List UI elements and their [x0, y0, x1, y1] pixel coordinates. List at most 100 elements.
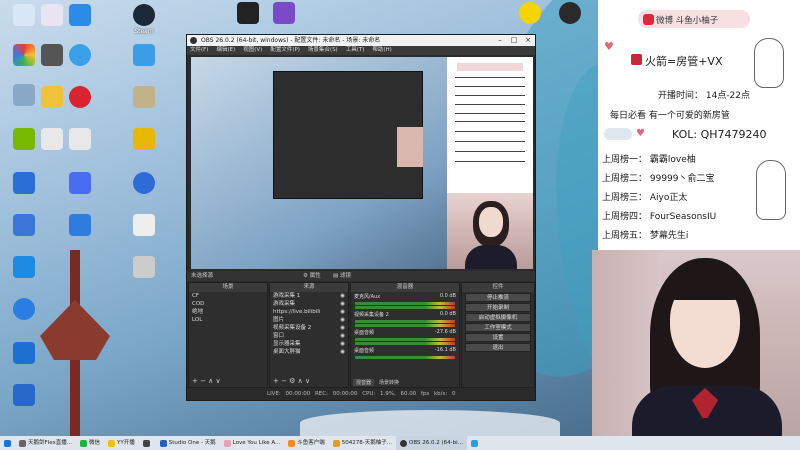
rank-3: 上周榜三： Aiyo正太: [602, 193, 688, 203]
obs-preview[interactable]: [191, 57, 533, 269]
preview-webcam-face: [479, 207, 503, 237]
mixer-track: 麦克风/Aux 0.0 dB: [351, 292, 459, 301]
menu-file[interactable]: 文件(F): [190, 46, 208, 55]
desktop-icon[interactable]: [508, 2, 552, 26]
desktop-icon[interactable]: [58, 214, 102, 238]
desktop-icon[interactable]: [2, 256, 46, 280]
desktop-icon[interactable]: [2, 298, 46, 322]
exit-button[interactable]: 退出: [465, 343, 531, 352]
source-item[interactable]: 桌面大胖猫 ◉: [270, 348, 348, 356]
taskbar-item[interactable]: 天鹅剑Flex直播...: [15, 436, 76, 450]
desktop-icon[interactable]: [58, 44, 102, 68]
start-recording-button[interactable]: 开始录制: [465, 303, 531, 312]
desktop-icon[interactable]: [122, 86, 166, 110]
taskbar-item[interactable]: OBS 26.0.2 (64-bi...: [396, 436, 467, 450]
source-item[interactable]: 窗口 ◉: [270, 332, 348, 340]
taskbar-item-label: 微信: [88, 440, 100, 446]
source-item[interactable]: 游戏采集 1 ◉: [270, 292, 348, 300]
daily-message: 每日必看 有一个可爱的新房管: [610, 111, 730, 121]
taskbar-item[interactable]: 斗鱼客户端: [284, 436, 329, 450]
menu-help[interactable]: 帮助(H): [372, 46, 391, 55]
mixer-tabs: 混音器 场景转换: [353, 379, 402, 386]
taskbar-item[interactable]: Studio One - 天鹅: [156, 436, 220, 450]
preview-profile-text: [455, 77, 525, 117]
eye-icon[interactable]: ◉: [340, 340, 345, 348]
filters-button[interactable]: ▤ 滤镜: [333, 271, 351, 281]
volume-slider[interactable]: [355, 342, 455, 345]
taskbar-item[interactable]: [467, 436, 484, 450]
mixer-track: 桌面音频 -27.6 dB: [351, 328, 459, 337]
taskbar-item[interactable]: [139, 436, 156, 450]
app-icon: [332, 439, 340, 447]
close-icon[interactable]: ×: [521, 35, 535, 46]
maximize-icon[interactable]: □: [507, 35, 521, 46]
desktop-icon[interactable]: [58, 4, 102, 28]
properties-button[interactable]: ⚙ 属性: [303, 271, 321, 281]
desktop-icon[interactable]: [2, 342, 46, 366]
start-button[interactable]: [0, 436, 15, 450]
stop-streaming-button[interactable]: 停止推流: [465, 293, 531, 302]
desktop-icon[interactable]: [58, 86, 102, 110]
source-item-label: 游戏采集: [273, 301, 296, 307]
no-source-label: 未选择源: [191, 273, 214, 279]
minimize-icon[interactable]: –: [493, 35, 507, 46]
mixer-track-name: 视频采集设备 2: [354, 312, 389, 318]
tab-scene-transitions[interactable]: 场景转换: [376, 379, 402, 386]
obs-titlebar[interactable]: OBS 26.0.2 (64-bit, windows) - 配置文件: 未命名…: [187, 35, 535, 46]
desktop-icon[interactable]: [122, 172, 166, 196]
desktop-icon[interactable]: [122, 128, 166, 152]
desktop-icon[interactable]: [2, 172, 46, 196]
source-toolbar[interactable]: + − ⚙ ∧ ∨: [273, 377, 310, 385]
source-item[interactable]: 显示器采集 ◉: [270, 340, 348, 348]
source-item[interactable]: 视频采集设备 2 ◉: [270, 324, 348, 332]
scenes-dock: 场景 CF COD 绝地 LOL + − ∧ ∨: [188, 282, 268, 388]
menu-scene-collection[interactable]: 场景集合(S): [308, 46, 338, 55]
volume-slider[interactable]: [355, 306, 455, 309]
eye-icon[interactable]: ◉: [340, 308, 345, 316]
scene-toolbar[interactable]: + − ∧ ∨: [192, 377, 221, 385]
settings-button[interactable]: 设置: [465, 333, 531, 342]
scene-item[interactable]: 绝地: [189, 308, 267, 316]
desktop-icon[interactable]: [548, 2, 592, 26]
desktop-icon[interactable]: [262, 2, 306, 26]
scene-item[interactable]: COD: [189, 300, 267, 308]
scene-item[interactable]: LOL: [189, 316, 267, 324]
cam-bangs: [670, 274, 740, 300]
scene-item[interactable]: CF: [189, 292, 267, 300]
stream-time: 开播时间： 14点-22点: [658, 91, 751, 101]
menu-view[interactable]: 视图(V): [243, 46, 262, 55]
desktop-icon[interactable]: [122, 256, 166, 280]
eye-icon[interactable]: ◉: [340, 300, 345, 308]
desktop-icon[interactable]: [122, 214, 166, 238]
desktop-icon[interactable]: [58, 128, 102, 152]
studio-mode-button[interactable]: 工作室模式: [465, 323, 531, 332]
menu-profile[interactable]: 配置文件(P): [270, 46, 300, 55]
source-item[interactable]: https://live.bilibili ◉: [270, 308, 348, 316]
eye-icon[interactable]: ◉: [340, 348, 345, 356]
volume-slider[interactable]: [355, 324, 455, 327]
desktop-icon[interactable]: [2, 214, 46, 238]
desktop-icon-steam[interactable]: Steam: [122, 4, 166, 35]
eye-icon[interactable]: ◉: [340, 292, 345, 300]
taskbar-item[interactable]: 504278-天鹅柚子...: [329, 436, 396, 450]
mixer-dock: 混音器 麦克风/Aux 0.0 dB 视频采集设备 2 0.0 dB 桌面音频 -27…: [350, 282, 460, 388]
obs-icon: [400, 439, 408, 447]
source-item[interactable]: 游戏采集 ◉: [270, 300, 348, 308]
source-item[interactable]: 图片 ◉: [270, 316, 348, 324]
controls-header: 控件: [462, 283, 534, 292]
desktop-icon[interactable]: [2, 384, 46, 408]
eye-icon[interactable]: ◉: [340, 324, 345, 332]
mixer-track-db: -27.6 dB: [434, 329, 456, 335]
menu-tools[interactable]: 工具(T): [346, 46, 365, 55]
taskbar-item[interactable]: YY开播: [104, 436, 139, 450]
taskbar-item[interactable]: 微信: [76, 436, 104, 450]
volume-meter: [355, 338, 455, 341]
tab-mixer[interactable]: 混音器: [353, 379, 375, 386]
desktop-icon[interactable]: [58, 172, 102, 196]
start-virtual-camera-button[interactable]: 启动虚拟摄像机: [465, 313, 531, 322]
desktop-icon[interactable]: [122, 44, 166, 68]
eye-icon[interactable]: ◉: [340, 316, 345, 324]
menu-edit[interactable]: 编辑(E): [216, 46, 235, 55]
eye-icon[interactable]: ◉: [340, 332, 345, 340]
taskbar-item[interactable]: Love You Like A...: [220, 436, 285, 450]
